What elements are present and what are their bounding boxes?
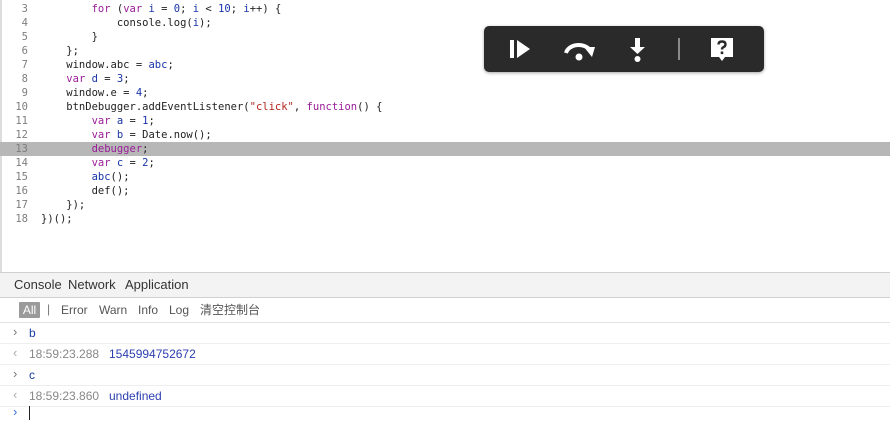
line-number[interactable]: 8 bbox=[0, 72, 28, 86]
code-text: btnDebugger.addEventListener("click", fu… bbox=[41, 101, 383, 113]
code-text: }; bbox=[41, 45, 79, 57]
line-number[interactable]: 16 bbox=[0, 184, 28, 198]
code-line: 14 var c = 2; bbox=[0, 156, 890, 170]
clear-console-button[interactable]: 清空控制台 bbox=[200, 303, 260, 317]
filter-warn[interactable]: Warn bbox=[99, 303, 127, 317]
prompt-arrow-icon: › bbox=[13, 404, 18, 419]
output-arrow-icon: ‹ bbox=[13, 387, 18, 402]
code-line: 18 })(); bbox=[0, 212, 890, 226]
input-arrow-icon: › bbox=[13, 324, 18, 339]
code-line: 16 def(); bbox=[0, 184, 890, 198]
code-text: window.abc = abc; bbox=[41, 59, 174, 71]
step-over-icon bbox=[562, 33, 595, 65]
line-number[interactable]: 6 bbox=[0, 44, 28, 58]
line-number[interactable]: 9 bbox=[0, 86, 28, 100]
help-icon bbox=[706, 33, 738, 65]
line-number[interactable]: 18 bbox=[0, 212, 28, 226]
code-text: var c = 2; bbox=[91, 157, 155, 169]
filter-error[interactable]: Error bbox=[61, 303, 88, 317]
console-prompt[interactable]: › bbox=[0, 403, 890, 423]
line-number[interactable]: 12 bbox=[0, 128, 28, 142]
code-line: 10 btnDebugger.addEventListener("click",… bbox=[0, 100, 890, 114]
log-value: undefined bbox=[109, 389, 162, 403]
output-arrow-icon: ‹ bbox=[13, 345, 18, 360]
console-entry: › b bbox=[0, 323, 890, 344]
toolbar-separator bbox=[678, 38, 680, 60]
code-line: 3 for (var i = 0; i < 10; i++) { bbox=[0, 2, 890, 16]
tab-network[interactable]: Network bbox=[68, 278, 116, 292]
line-number[interactable]: 4 bbox=[0, 16, 28, 30]
step-into-button[interactable] bbox=[622, 33, 654, 65]
console-filter-bar: All | Error Warn Info Log 清空控制台 bbox=[0, 298, 890, 323]
line-number[interactable]: 11 bbox=[0, 114, 28, 128]
line-number[interactable]: 5 bbox=[0, 30, 28, 44]
code-text: window.e = 4; bbox=[41, 87, 149, 99]
line-number[interactable]: 14 bbox=[0, 156, 28, 170]
code-editor[interactable]: 3 for (var i = 0; i < 10; i++) {4 consol… bbox=[0, 0, 890, 272]
code-text: var a = 1; bbox=[91, 115, 155, 127]
line-number[interactable]: 10 bbox=[0, 100, 28, 114]
log-timestamp: 18:59:23.860 bbox=[29, 389, 100, 403]
code-text: }); bbox=[41, 199, 86, 211]
console-panel: Console Network Application All | Error … bbox=[0, 272, 890, 446]
help-button[interactable] bbox=[706, 33, 738, 65]
code-text: })(); bbox=[41, 213, 73, 225]
code-line: 11 var a = 1; bbox=[0, 114, 890, 128]
filter-separator: | bbox=[47, 302, 51, 316]
console-entry: ‹ 18:59:23.288 1545994752672 bbox=[0, 344, 890, 365]
code-line: 15 abc(); bbox=[0, 170, 890, 184]
tab-application[interactable]: Application bbox=[125, 278, 189, 292]
tab-console[interactable]: Console bbox=[14, 278, 62, 292]
log-value: 1545994752672 bbox=[109, 347, 196, 361]
resume-icon bbox=[504, 33, 536, 65]
console-entry: › c bbox=[0, 365, 890, 386]
filter-log[interactable]: Log bbox=[169, 303, 189, 317]
line-number[interactable]: 3 bbox=[0, 2, 28, 16]
step-into-icon bbox=[622, 33, 654, 65]
code-text: debugger; bbox=[91, 143, 149, 155]
code-text: } bbox=[41, 31, 98, 43]
resume-button[interactable] bbox=[504, 33, 536, 65]
code-text: def(); bbox=[41, 185, 130, 197]
code-text: abc(); bbox=[91, 171, 130, 183]
code-text: for (var i = 0; i < 10; i++) { bbox=[91, 3, 282, 15]
input-arrow-icon: › bbox=[13, 366, 18, 381]
code-line: 17 }); bbox=[0, 198, 890, 212]
line-number[interactable]: 15 bbox=[0, 170, 28, 184]
code-text: var b = Date.now(); bbox=[91, 129, 212, 141]
code-line: 12 var b = Date.now(); bbox=[0, 128, 890, 142]
code-line: 9 window.e = 4; bbox=[0, 86, 890, 100]
filter-info[interactable]: Info bbox=[138, 303, 158, 317]
console-command: c bbox=[29, 368, 35, 382]
line-number[interactable]: 7 bbox=[0, 58, 28, 72]
code-line: 8 var d = 3; bbox=[0, 72, 890, 86]
filter-all[interactable]: All bbox=[19, 302, 40, 318]
console-command: b bbox=[29, 326, 36, 340]
text-caret bbox=[29, 406, 30, 420]
log-timestamp: 18:59:23.288 bbox=[29, 347, 100, 361]
step-over-button[interactable] bbox=[562, 33, 595, 65]
paused-code-line: 13 debugger; bbox=[0, 142, 890, 156]
code-text: var d = 3; bbox=[66, 73, 130, 85]
panel-tab-bar: Console Network Application bbox=[0, 273, 890, 298]
line-number[interactable]: 17 bbox=[0, 198, 28, 212]
debugger-toolbar bbox=[484, 26, 764, 72]
line-number[interactable]: 13 bbox=[0, 142, 28, 156]
code-text: console.log(i); bbox=[41, 17, 212, 29]
